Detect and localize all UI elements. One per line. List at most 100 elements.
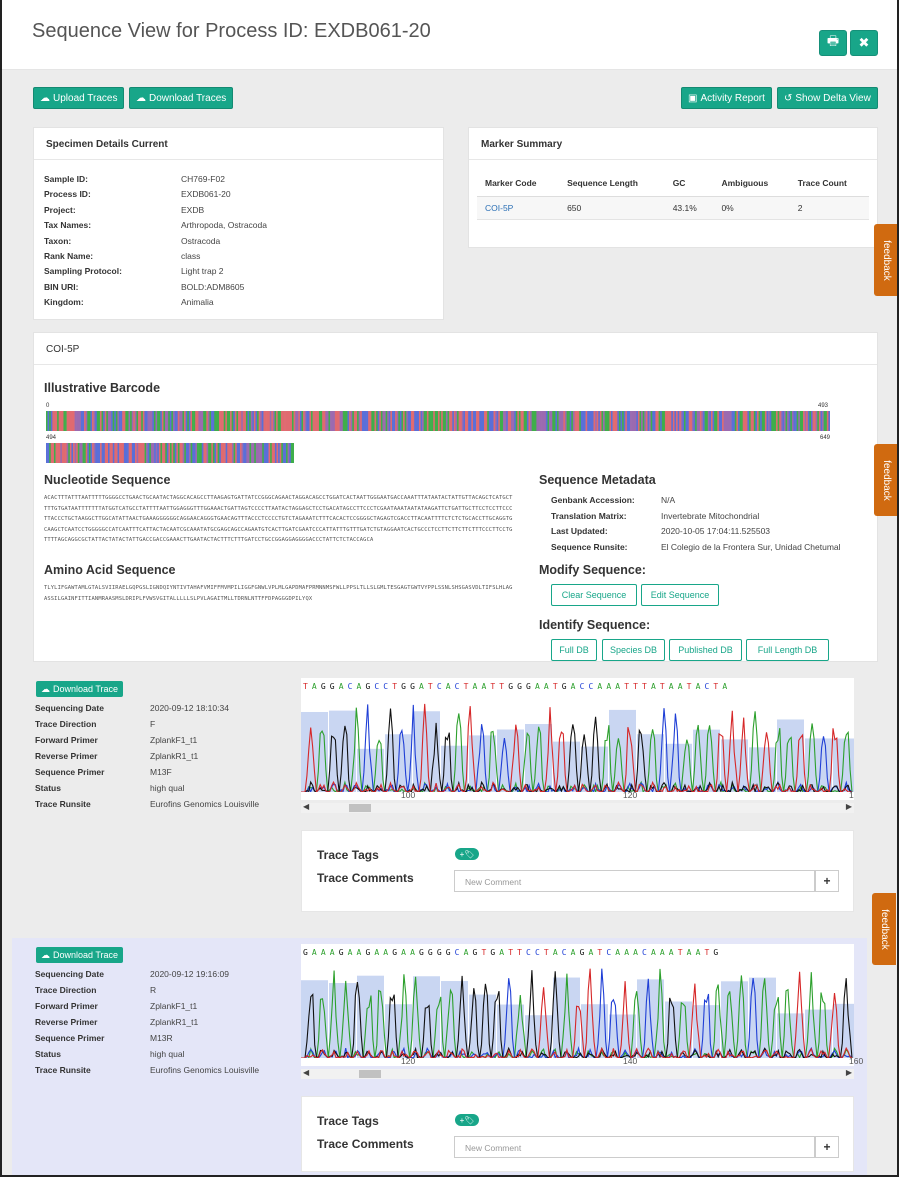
download-trace-button[interactable]: ☁ Download Trace	[36, 947, 124, 963]
download-trace-button[interactable]: ☁ Download Trace	[36, 681, 124, 697]
base-call: T	[633, 682, 643, 691]
download-trace-label: Download Trace	[53, 950, 119, 960]
trace-field-label: Trace Direction	[35, 719, 97, 729]
trace-field-value: Eurofins Genomics Louisville	[150, 799, 260, 809]
barcode-strip-2	[46, 443, 294, 463]
specimen-field-label: Process ID:	[44, 189, 91, 200]
base-call: C	[436, 682, 446, 691]
base-call: C	[579, 682, 589, 691]
edit-sequence-button[interactable]: Edit Sequence	[641, 584, 719, 606]
marker-code-link[interactable]: COI-5P	[485, 203, 513, 213]
base-call: G	[392, 948, 402, 957]
feedback-tab[interactable]: feedback	[874, 224, 897, 296]
metadata-value: N/A	[661, 495, 676, 505]
specimen-field-label: Sample ID:	[44, 174, 88, 184]
specimen-field-row: Process ID: EXDB061-20	[44, 189, 424, 201]
scroll-left-icon[interactable]: ◀	[303, 802, 309, 811]
base-call: A	[570, 682, 580, 691]
base-call: G	[490, 948, 500, 957]
identify-button[interactable]: Published DB	[669, 639, 742, 661]
scroll-right-icon[interactable]: ▶	[846, 1068, 852, 1077]
scroll-left-icon[interactable]: ◀	[303, 1068, 309, 1077]
metadata-row: Genbank Accession: N/A	[551, 495, 871, 507]
activity-report-label: Activity Report	[700, 92, 765, 104]
clear-sequence-button[interactable]: Clear Sequence	[551, 584, 637, 606]
base-call: T	[517, 948, 527, 957]
base-call: A	[659, 948, 669, 957]
trace-tags-label: Trace Tags	[317, 848, 379, 862]
print-button[interactable]: 🖶	[819, 30, 847, 56]
cloud-upload-icon: ☁	[40, 92, 50, 104]
base-call: A	[615, 948, 625, 957]
metadata-label: Sequence Runsite:	[551, 541, 628, 552]
metadata-title: Sequence Metadata	[539, 473, 656, 487]
trace-chromatogram[interactable]: GAAAGAAGAAGAAGGGGCAGTGATTCCTACAGATCAAACA…	[301, 944, 863, 1066]
base-call: A	[374, 948, 384, 957]
close-button[interactable]: ✖	[850, 30, 878, 56]
scroll-thumb[interactable]	[359, 1070, 381, 1078]
trace-field-label: Forward Primer	[35, 735, 98, 745]
trace-field-value: ZplankF1_t1	[150, 1001, 198, 1011]
specimen-field-row: Project: EXDB	[44, 205, 424, 217]
specimen-field-label: Rank Name:	[44, 251, 94, 261]
base-call: A	[650, 682, 660, 691]
table-cell: COI-5P	[477, 196, 560, 220]
base-call: T	[624, 682, 634, 691]
base-call: G	[338, 948, 348, 957]
base-call: A	[499, 948, 509, 957]
show-delta-view-button[interactable]: ↺ Show Delta View	[777, 87, 878, 109]
barcode-row2-end: 649	[820, 435, 831, 441]
identify-button[interactable]: Full Length DB	[746, 639, 829, 661]
add-tag-icon[interactable]: +🏷	[455, 1114, 479, 1126]
base-call: A	[624, 948, 634, 957]
marker-summary-table: Marker Code Sequence Length GC Ambiguous Tra…	[477, 170, 869, 220]
trace-field-row: Trace Direction F	[35, 719, 295, 731]
add-comment-button[interactable]: +	[815, 870, 839, 892]
marker-summary-body: COI-5P 650 43.1% 0% 2	[477, 196, 869, 220]
scroll-thumb[interactable]	[349, 804, 371, 812]
activity-report-button[interactable]: ▣ Activity Report	[681, 87, 772, 109]
add-comment-button[interactable]: +	[815, 1136, 839, 1158]
new-comment-input[interactable]: New Comment	[454, 1136, 815, 1158]
base-call: A	[338, 682, 348, 691]
trace-field-row: Reverse Primer ZplankR1_t1	[35, 1017, 295, 1029]
trace-scrollbar[interactable]: ◀ ▶	[301, 802, 854, 813]
marker-summary-header-row: Marker Code Sequence Length GC Ambiguous Tra…	[477, 170, 869, 197]
identify-button[interactable]: Full DB	[551, 639, 597, 661]
trace-field-label: Sequence Primer	[35, 767, 105, 777]
base-call: A	[534, 682, 544, 691]
trace-field-value: high qual	[150, 1049, 185, 1059]
feedback-tab[interactable]: feedback	[872, 893, 896, 965]
trace-scrollbar[interactable]: ◀ ▶	[301, 1068, 854, 1079]
base-call: A	[650, 948, 660, 957]
trace-field-row: Reverse Primer ZplankR1_t1	[35, 751, 295, 763]
feedback-tab[interactable]: feedback	[874, 444, 897, 516]
specimen-field-row: Taxon: Ostracoda	[44, 236, 424, 248]
download-traces-button[interactable]: ☁ Download Traces	[129, 87, 234, 109]
trace-chromatogram[interactable]: TAGGACAGCCTGGATCACTAATTGGGAATGACCAAATTTA…	[301, 678, 854, 800]
base-call: T	[552, 682, 562, 691]
new-comment-input[interactable]: New Comment	[454, 870, 815, 892]
base-call: G	[713, 948, 723, 957]
base-call: A	[320, 948, 330, 957]
trace-field-label: Reverse Primer	[35, 751, 98, 761]
base-call: T	[642, 682, 651, 691]
base-call: A	[329, 948, 339, 957]
trace-field-row: Forward Primer ZplankF1_t1	[35, 735, 295, 747]
trace-field-label: Sequence Primer	[35, 1033, 105, 1043]
specimen-field-value: Ostracoda	[181, 235, 221, 246]
upload-traces-button[interactable]: ☁ Upload Traces	[33, 87, 125, 109]
identify-button[interactable]: Species DB	[602, 639, 665, 661]
scroll-right-icon[interactable]: ▶	[846, 802, 852, 811]
specimen-field-row: Sampling Protocol: Light trap 2	[44, 266, 424, 278]
trace-field-value: M13F	[150, 767, 172, 777]
base-call: C	[526, 948, 535, 957]
base-call: A	[418, 682, 428, 691]
base-call: A	[686, 948, 696, 957]
download-trace-label: Download Trace	[53, 684, 119, 694]
base-call: A	[597, 682, 607, 691]
trace-field-value: F	[150, 719, 156, 729]
trace-field-value: 2020-09-12 18:10:34	[150, 703, 229, 713]
base-call: C	[561, 948, 571, 957]
add-tag-icon[interactable]: +🏷	[455, 848, 479, 860]
